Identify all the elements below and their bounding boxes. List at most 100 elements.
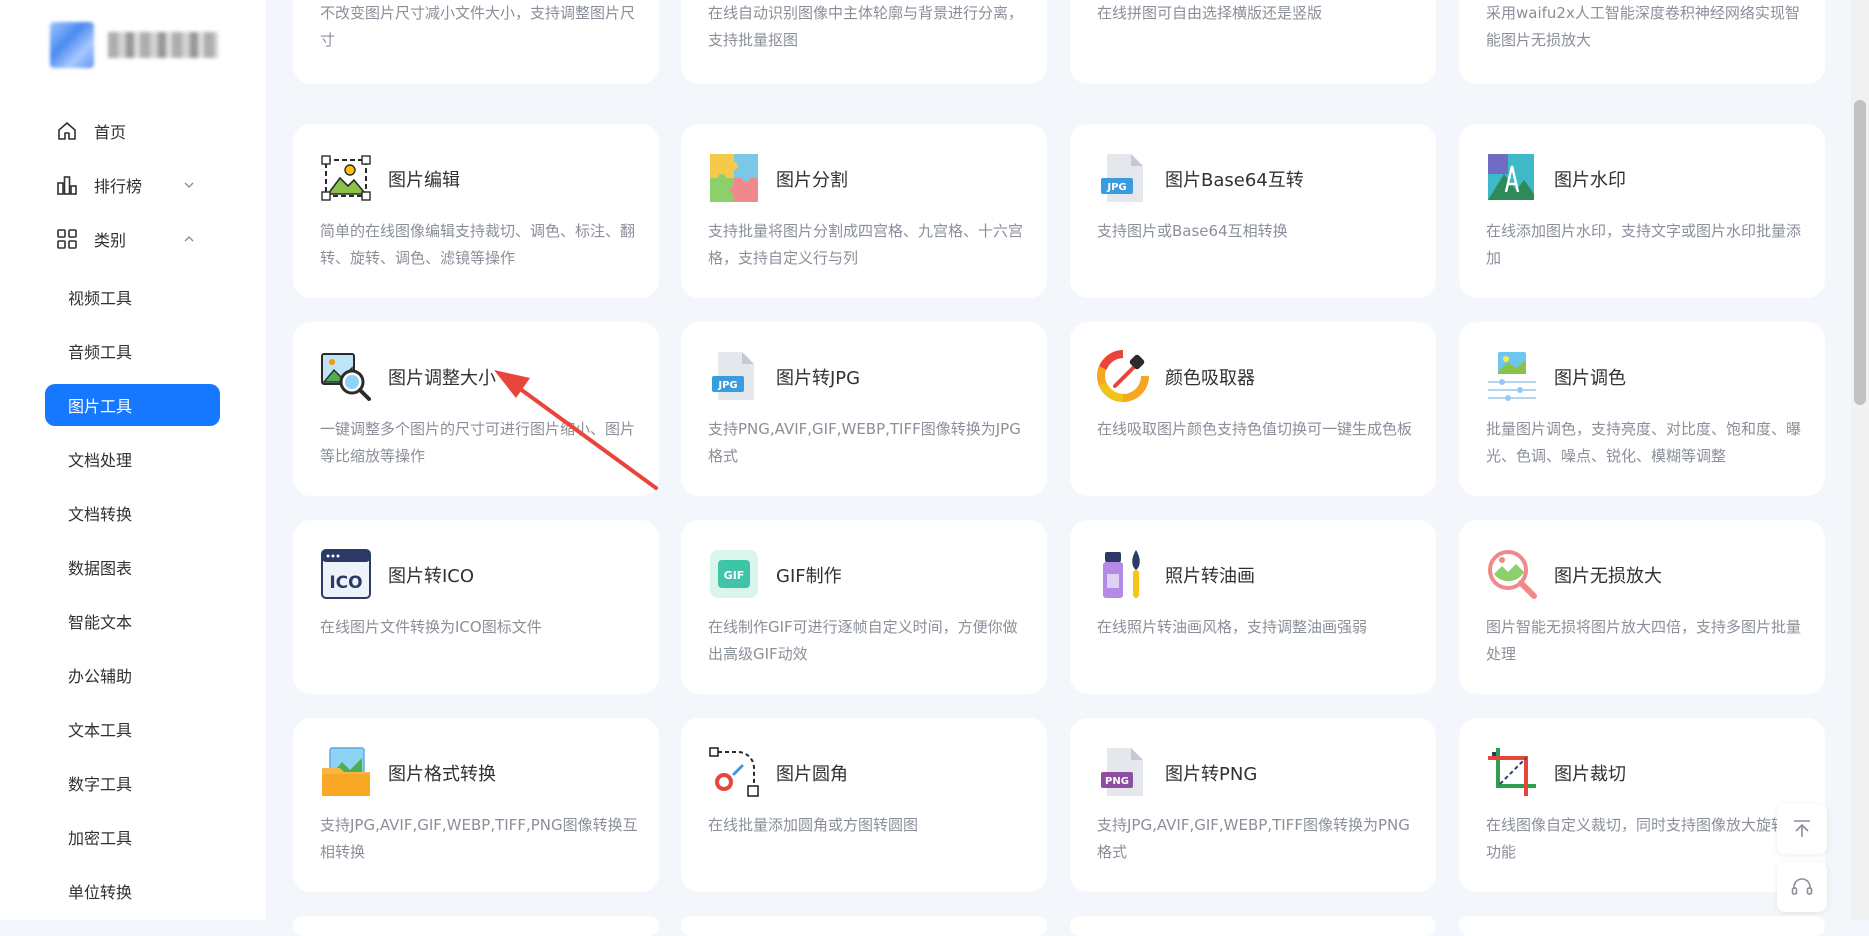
tool-card-to-jpg[interactable]: JPG 图片转JPG 支持PNG,AVIF,GIF,WEBP,TIFF图像转换为… <box>681 322 1047 496</box>
category-item-doc-convert[interactable]: 文档转换 <box>0 486 266 540</box>
tool-card-title: 图片格式转换 <box>388 764 496 785</box>
scrollbar[interactable] <box>1851 0 1869 920</box>
svg-text:JPG: JPG <box>1106 182 1126 193</box>
category-item-office[interactable]: 办公辅助 <box>0 648 266 702</box>
tool-card-color-picker[interactable]: 颜色吸取器 在线吸取图片颜色支持色值切换可一键生成色板 <box>1070 322 1436 496</box>
sidebar: 首页 排行榜 类别 视频工具 音频工具 图片工具 文档处理 文档转换 数据图表 … <box>0 0 266 920</box>
tool-card-round-corner[interactable]: 图片圆角 在线批量添加圆角或方图转圆图 <box>681 718 1047 892</box>
svg-text:JPG: JPG <box>717 380 737 391</box>
tool-card-desc: 在线制作GIF可进行逐帧自定义时间，方便你做出高级GIF动效 <box>708 618 1018 663</box>
svg-text:GIF: GIF <box>724 569 745 582</box>
folder-image-icon <box>322 747 370 796</box>
color-picker-icon <box>1097 350 1149 402</box>
tool-card[interactable]: 采用waifu2x人工智能深度卷积神经网络实现智能图片无损放大 <box>1459 0 1825 84</box>
category-item-text[interactable]: 文本工具 <box>0 702 266 756</box>
logo-mark <box>50 22 94 68</box>
tool-card-partial[interactable] <box>681 916 1047 936</box>
arrow-up-icon <box>1794 820 1810 837</box>
nav-item-label: 排行榜 <box>94 177 143 196</box>
category-item-doc-process[interactable]: 文档处理 <box>0 432 266 486</box>
tool-card-title: 图片水印 <box>1554 170 1626 191</box>
category-item-data-chart[interactable]: 数据图表 <box>0 540 266 594</box>
tool-card-desc: 一键调整多个图片的尺寸可进行图片缩小、图片等比缩放等操作 <box>320 420 636 465</box>
tool-card-title: 图片编辑 <box>388 170 460 191</box>
nav-item-home[interactable]: 首页 <box>0 104 266 158</box>
ico-icon: ICO <box>321 549 371 599</box>
scrollbar-thumb[interactable] <box>1854 100 1866 405</box>
tool-card-watermark[interactable]: 图片水印 在线添加图片水印，支持文字或图片水印批量添加 <box>1459 124 1825 298</box>
back-to-top-button[interactable] <box>1777 804 1827 854</box>
category-item-image-active[interactable]: 图片工具 <box>45 384 220 426</box>
bar-chart-icon <box>57 176 77 195</box>
tool-card-title: 照片转油画 <box>1165 566 1255 587</box>
nav-item-label: 首页 <box>94 123 127 142</box>
tool-card-title: 图片转JPG <box>776 368 861 389</box>
tool-card-format-convert[interactable]: 图片格式转换 支持JPG,AVIF,GIF,WEBP,TIFF,PNG图像转换互… <box>293 718 659 892</box>
svg-text:ICO: ICO <box>329 573 362 593</box>
tool-card[interactable]: 在线拼图可自由选择横版还是竖版 <box>1070 0 1436 84</box>
nav-item-category[interactable]: 类别 <box>0 212 266 266</box>
tool-card-desc: 在线图片文件转换为ICO图标文件 <box>320 618 542 636</box>
tool-card-image-split[interactable]: 图片分割 支持批量将图片分割成四宫格、九宫格、十六宫格，支持自定义行与列 <box>681 124 1047 298</box>
gif-icon: GIF <box>710 550 758 598</box>
tool-card-desc: 在线自动识别图像中主体轮廓与背景进行分离，支持批量抠图 <box>708 4 1024 49</box>
svg-text:PNG: PNG <box>1105 776 1129 787</box>
tool-card-upscale[interactable]: 图片无损放大 图片智能无损将图片放大四倍，支持多图片批量处理 <box>1459 520 1825 694</box>
tool-card-base64[interactable]: JPG 图片Base64互转 支持图片或Base64互相转换 <box>1070 124 1436 298</box>
tool-grid: 不改变图片尺寸减小文件大小，支持调整图片尺寸 在线自动识别图像中主体轮廓与背景进… <box>266 0 1851 936</box>
category-item-video[interactable]: 视频工具 <box>0 270 266 324</box>
tool-card-title: 图片无损放大 <box>1554 566 1662 587</box>
adjust-icon <box>1488 352 1536 401</box>
category-item-number[interactable]: 数字工具 <box>0 756 266 810</box>
headset-icon <box>1791 878 1813 895</box>
magnifier-icon <box>1488 550 1537 599</box>
tool-card-desc: 支持批量将图片分割成四宫格、九宫格、十六宫格，支持自定义行与列 <box>708 222 1024 267</box>
category-item-audio[interactable]: 音频工具 <box>0 324 266 378</box>
tool-card-title: 图片调色 <box>1554 368 1626 389</box>
site-logo[interactable] <box>50 22 218 68</box>
tool-card-title: 图片调整大小 <box>388 368 496 389</box>
category-list: 视频工具 音频工具 图片工具 文档处理 文档转换 数据图表 智能文本 办公辅助 … <box>0 270 266 918</box>
tool-card-partial[interactable] <box>1459 916 1825 936</box>
customer-service-button[interactable] <box>1777 862 1827 912</box>
watermark-icon <box>1488 154 1534 200</box>
tool-card-title: GIF制作 <box>776 566 842 587</box>
tool-card-partial[interactable] <box>1070 916 1436 936</box>
tool-card-title: 图片转PNG <box>1165 764 1258 785</box>
tool-card-desc: 在线吸取图片颜色支持色值切换可一键生成色板 <box>1097 420 1413 438</box>
tool-card-desc: 支持JPG,AVIF,GIF,WEBP,TIFF图像转换为PNG格式 <box>1097 816 1410 861</box>
crop-icon <box>1488 748 1536 796</box>
tool-card-partial[interactable] <box>293 916 659 936</box>
tool-card-desc: 支持JPG,AVIF,GIF,WEBP,TIFF,PNG图像转换互相转换 <box>320 816 638 861</box>
tool-card-title: 图片分割 <box>776 170 848 191</box>
tool-card-to-png[interactable]: PNG 图片转PNG 支持JPG,AVIF,GIF,WEBP,TIFF图像转换为… <box>1070 718 1436 892</box>
image-edit-icon <box>321 155 371 201</box>
tool-card-desc: 在线图像自定义裁切，同时支持图像放大旋转等功能 <box>1486 816 1802 861</box>
tool-card-image-adjust[interactable]: 图片调色 批量图片调色，支持亮度、对比度、饱和度、曝光、色调、噪点、锐化、模糊等… <box>1459 322 1825 496</box>
chevron-up-icon[interactable] <box>182 232 196 246</box>
tool-card-desc: 图片智能无损将图片放大四倍，支持多图片批量处理 <box>1486 618 1802 663</box>
main-nav: 首页 排行榜 类别 <box>0 104 266 266</box>
tool-card-desc: 支持图片或Base64互相转换 <box>1097 222 1288 240</box>
category-item-unit[interactable]: 单位转换 <box>0 864 266 918</box>
tool-card-to-ico[interactable]: ICO 图片转ICO 在线图片文件转换为ICO图标文件 <box>293 520 659 694</box>
chevron-down-icon[interactable] <box>182 178 196 192</box>
tool-card-oil-paint[interactable]: 照片转油画 在线照片转油画风格，支持调整油画强弱 <box>1070 520 1436 694</box>
tool-card-gif[interactable]: GIF GIF制作 在线制作GIF可进行逐帧自定义时间，方便你做出高级GIF动效 <box>681 520 1047 694</box>
tool-card-desc: 支持PNG,AVIF,GIF,WEBP,TIFF图像转换为JPG格式 <box>708 420 1021 465</box>
puzzle-icon <box>710 154 758 202</box>
category-item-smart-text[interactable]: 智能文本 <box>0 594 266 648</box>
grid-icon <box>57 229 77 249</box>
nav-item-ranking[interactable]: 排行榜 <box>0 158 266 212</box>
tool-card-desc: 不改变图片尺寸减小文件大小，支持调整图片尺寸 <box>320 4 636 49</box>
tool-card-crop[interactable]: 图片裁切 在线图像自定义裁切，同时支持图像放大旋转等功能 <box>1459 718 1825 892</box>
tool-card[interactable]: 不改变图片尺寸减小文件大小，支持调整图片尺寸 <box>293 0 659 84</box>
tool-card-desc: 简单的在线图像编辑支持裁切、调色、标注、翻转、旋转、调色、滤镜等操作 <box>320 222 636 267</box>
tool-card-desc: 在线添加图片水印，支持文字或图片水印批量添加 <box>1486 222 1802 267</box>
tool-card-title: 图片Base64互转 <box>1165 170 1304 191</box>
tool-card-image-resize[interactable]: 图片调整大小 一键调整多个图片的尺寸可进行图片缩小、图片等比缩放等操作 <box>293 322 659 496</box>
tool-card-image-edit[interactable]: 图片编辑 简单的在线图像编辑支持裁切、调色、标注、翻转、旋转、调色、滤镜等操作 <box>293 124 659 298</box>
png-file-icon: PNG <box>1101 748 1143 796</box>
category-item-encrypt[interactable]: 加密工具 <box>0 810 266 864</box>
tool-card[interactable]: 在线自动识别图像中主体轮廓与背景进行分离，支持批量抠图 <box>681 0 1047 84</box>
